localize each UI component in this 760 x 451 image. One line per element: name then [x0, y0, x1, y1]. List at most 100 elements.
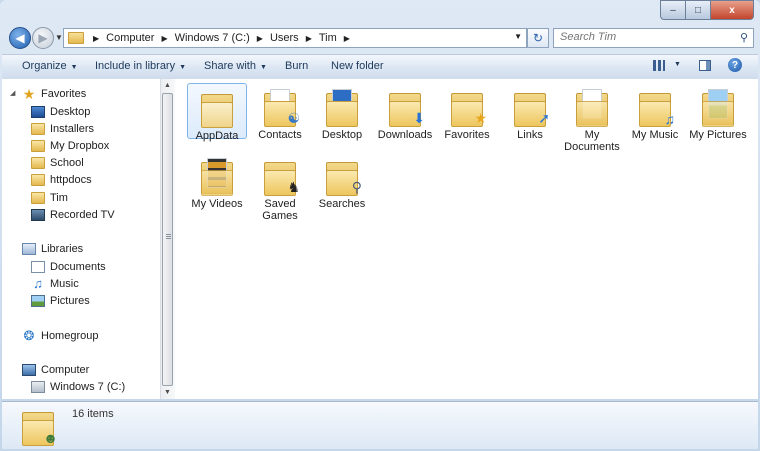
address-dropdown-icon[interactable]: ▼ [514, 32, 522, 41]
minimize-button[interactable]: – [660, 0, 685, 20]
folder-item-saved-games[interactable]: ♞ Saved Games [250, 152, 310, 222]
nav-computer[interactable]: Computer [22, 362, 89, 378]
forward-button[interactable]: ▶ [32, 27, 54, 49]
folder-item-desktop[interactable]: Desktop [312, 83, 372, 141]
folder-item-searches[interactable]: ⚲ Searches [312, 152, 372, 210]
scrollbar-thumb[interactable] [162, 93, 173, 386]
help-icon[interactable]: ? [728, 58, 742, 72]
arrow-left-icon: ◀ [15, 31, 25, 45]
chevron-right-icon[interactable]: ▶ [341, 34, 353, 43]
nav-item-httpdocs[interactable]: httpdocs [31, 172, 92, 188]
grip-icon [166, 234, 171, 240]
chevron-right-icon[interactable]: ▶ [303, 34, 315, 43]
breadcrumb-computer[interactable]: Computer [102, 32, 158, 44]
refresh-button[interactable]: ↻ [527, 28, 549, 48]
nav-item-my-dropbox[interactable]: My Dropbox [31, 138, 109, 154]
nav-label: Desktop [50, 106, 91, 118]
nav-label: Computer [41, 364, 90, 376]
folder-item-contacts[interactable]: ☯ Contacts [250, 83, 310, 141]
include-in-library-button[interactable]: Include in library ▼ [95, 60, 186, 72]
nav-item-documents[interactable]: Documents [31, 259, 106, 275]
homegroup-icon: ❂ [23, 328, 35, 343]
search-icon[interactable]: ⚲ [740, 31, 748, 44]
chevron-right-icon[interactable]: ▶ [90, 34, 102, 43]
scroll-up-icon[interactable]: ▲ [164, 82, 171, 89]
libraries-icon [22, 243, 36, 255]
games-folder-icon: ♞ [264, 158, 300, 196]
command-bar: Organize ▼ Include in library ▼ Share with… [2, 54, 758, 80]
new-folder-button[interactable]: New folder [331, 60, 384, 72]
address-bar[interactable]: ▶ Computer ▶ Windows 7 (C:) ▶ Users ▶ Ti… [63, 28, 527, 48]
folder-item-my-music[interactable]: ♫ My Music [625, 83, 685, 141]
nav-homegroup[interactable]: ❂ Homegroup [22, 328, 99, 344]
file-label: My Documents [564, 129, 620, 153]
include-label: Include in library [95, 60, 176, 72]
contacts-folder-icon: ☯ [264, 89, 300, 127]
navigation-scrollbar[interactable]: ▲ ▼ [160, 79, 175, 399]
breadcrumb-drive[interactable]: Windows 7 (C:) [171, 32, 254, 44]
nav-item-desktop[interactable]: Desktop [31, 104, 90, 120]
search-box[interactable]: ⚲ [553, 28, 754, 48]
preview-pane-icon[interactable] [699, 60, 711, 71]
breadcrumb-users[interactable]: Users [266, 32, 303, 44]
search-input[interactable] [554, 29, 736, 45]
documents-folder-icon [576, 89, 608, 127]
searches-folder-icon: ⚲ [326, 158, 362, 196]
downloads-folder-icon: ⬇ [389, 89, 425, 127]
chevron-right-icon[interactable]: ▶ [254, 34, 266, 43]
folder-item-downloads[interactable]: ⬇ Downloads [375, 83, 435, 141]
pictures-folder-icon [702, 89, 734, 127]
drive-icon [31, 381, 45, 393]
nav-label: My Dropbox [50, 140, 110, 152]
nav-item-pictures[interactable]: Pictures [31, 293, 90, 309]
nav-item-recorded-tv[interactable]: Recorded TV [31, 207, 115, 223]
videos-folder-icon [201, 158, 233, 196]
share-with-button[interactable]: Share with ▼ [204, 60, 267, 72]
collapse-arrow-icon[interactable]: ◢ [10, 89, 15, 97]
nav-item-music[interactable]: ♫ Music [31, 276, 79, 292]
burn-button[interactable]: Burn [285, 60, 308, 72]
change-view-icon[interactable] [653, 60, 665, 71]
folder-item-my-pictures[interactable]: My Pictures [688, 83, 748, 141]
nav-favorites[interactable]: ★ Favorites [22, 86, 87, 102]
nav-item-school[interactable]: School [31, 155, 84, 171]
chevron-down-icon: ▼ [70, 64, 78, 71]
nav-item-installers[interactable]: Installers [31, 121, 94, 137]
music-note-icon: ♫ [33, 276, 43, 291]
folder-item-appdata[interactable]: AppData [187, 83, 247, 142]
desktop-icon [31, 106, 45, 118]
details-pane: ☻ 16 items [2, 401, 758, 449]
folder-item-my-videos[interactable]: My Videos [187, 152, 247, 210]
nav-item-drive-c[interactable]: Windows 7 (C:) [31, 379, 125, 395]
organize-button[interactable]: Organize ▼ [22, 60, 78, 72]
recent-pages-dropdown[interactable]: ▼ [55, 33, 63, 42]
folder-item-my-documents[interactable]: My Documents [562, 83, 622, 153]
star-icon: ★ [22, 86, 36, 102]
nav-item-tim[interactable]: Tim [31, 190, 68, 206]
file-label: My Music [631, 129, 679, 141]
computer-icon [22, 364, 36, 376]
file-label: Contacts [258, 129, 302, 141]
links-folder-icon: ➚ [514, 89, 550, 127]
maximize-button[interactable]: □ [685, 0, 710, 20]
file-label: Desktop [321, 129, 363, 141]
folder-item-links[interactable]: ➚ Links [500, 83, 560, 141]
chevron-right-icon[interactable]: ▶ [158, 34, 170, 43]
nav-label: Windows 7 (C:) [50, 381, 126, 393]
view-options-dropdown[interactable]: ▼ [674, 61, 681, 68]
scroll-down-icon[interactable]: ▼ [164, 389, 171, 396]
close-button[interactable]: x [710, 0, 754, 20]
nav-libraries[interactable]: Libraries [22, 241, 83, 257]
navigation-pane: ◢ ★ Favorites Desktop Installers My Dropb… [2, 79, 160, 399]
folder-item-favorites[interactable]: ★ Favorites [437, 83, 497, 141]
file-label: My Pictures [689, 129, 747, 141]
nav-label: Favorites [41, 88, 87, 100]
documents-icon [31, 261, 45, 273]
back-button[interactable]: ◀ [9, 27, 31, 49]
nav-label: School [50, 157, 84, 169]
breadcrumb-tim[interactable]: Tim [315, 32, 341, 44]
user-folder-icon: ☻ [22, 408, 58, 446]
breadcrumb: ▶ Computer ▶ Windows 7 (C:) ▶ Users ▶ Ti… [90, 32, 353, 44]
favorites-folder-icon: ★ [451, 89, 487, 127]
folder-icon [68, 32, 84, 44]
